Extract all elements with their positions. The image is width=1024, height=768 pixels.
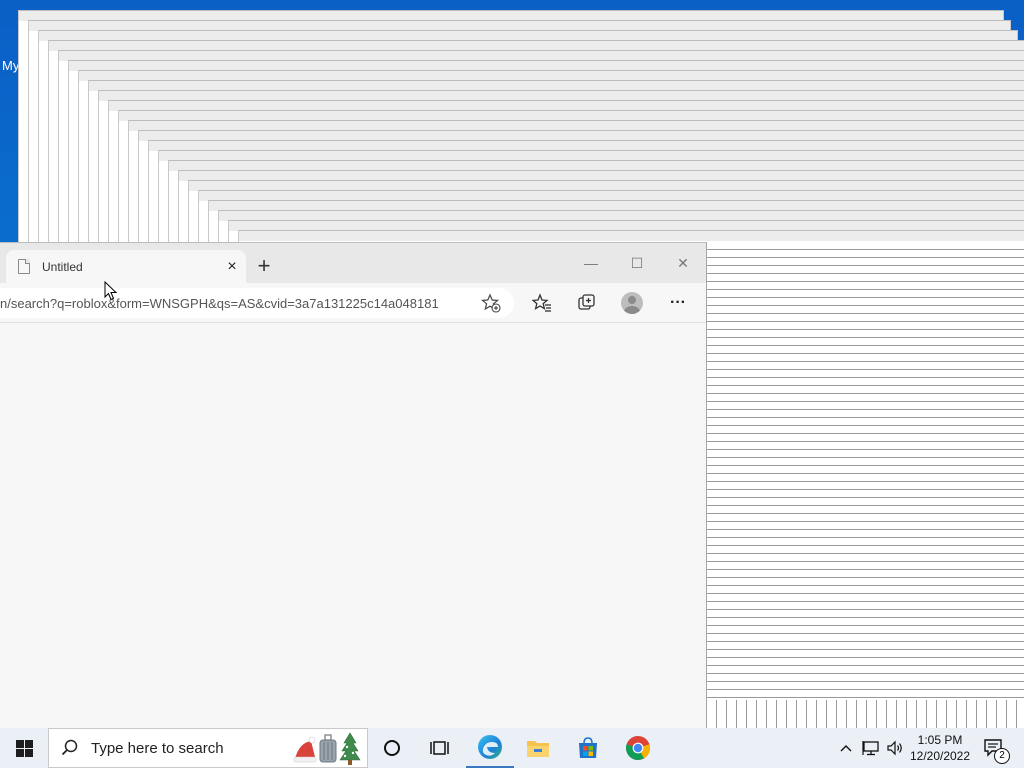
close-button[interactable]: ✕ (660, 251, 706, 275)
notification-count-badge: 2 (994, 748, 1010, 764)
favorites-icon[interactable] (529, 291, 555, 315)
clock-date: 12/20/2022 (909, 749, 971, 763)
ghost-window-trail-bottom (707, 700, 1024, 728)
page-content (0, 323, 706, 729)
volume-icon[interactable] (884, 728, 906, 768)
file-explorer-icon[interactable] (514, 728, 562, 768)
search-highlight-holiday-icon (293, 731, 365, 767)
tray-chevron-icon[interactable] (836, 728, 856, 768)
taskbar-search-box[interactable]: Type here to search (48, 728, 368, 768)
windows-start-icon[interactable] (0, 728, 48, 768)
clock-time: 1:05 PM (917, 733, 963, 747)
more-menu-button[interactable]: ··· (665, 291, 691, 315)
clock[interactable]: 1:05 PM 12/20/2022 (906, 728, 974, 768)
ghost-window-trail-right (707, 242, 1024, 728)
add-favorite-icon[interactable] (478, 291, 504, 315)
taskbar: Type here to search 1:05 PM 12/20/2022 2 (0, 728, 1024, 768)
network-icon[interactable] (860, 728, 882, 768)
mouse-cursor-icon (104, 281, 118, 301)
minimize-button[interactable]: — (568, 251, 614, 275)
task-view-icon[interactable] (416, 728, 464, 768)
notification-icon[interactable]: 2 (976, 728, 1012, 768)
store-icon[interactable] (564, 728, 612, 768)
tab-strip: Untitled × + — ☐ ✕ (0, 243, 706, 283)
page-icon (18, 259, 30, 274)
collections-icon[interactable] (574, 291, 600, 315)
search-icon (61, 739, 79, 757)
maximize-button[interactable]: ☐ (614, 251, 660, 275)
tab-untitled[interactable]: Untitled × (6, 250, 246, 283)
address-bar[interactable]: n/search?q=roblox&form=WNSGPH&qs=AS&cvid… (0, 288, 514, 318)
desktop-icon-label[interactable]: My (2, 58, 19, 73)
chrome-icon[interactable] (614, 728, 662, 768)
tab-title: Untitled (42, 259, 83, 274)
edge-icon[interactable] (466, 728, 514, 768)
new-tab-button[interactable]: + (252, 255, 276, 279)
cortana-icon[interactable] (368, 728, 416, 768)
search-placeholder: Type here to search (91, 739, 224, 757)
edge-browser-window: Untitled × + — ☐ ✕ n/search?q=roblox&for… (0, 242, 707, 729)
address-text[interactable]: n/search?q=roblox&form=WNSGPH&qs=AS&cvid… (0, 296, 472, 311)
profile-avatar-icon[interactable] (619, 291, 645, 315)
tab-close-button[interactable]: × (220, 258, 244, 276)
